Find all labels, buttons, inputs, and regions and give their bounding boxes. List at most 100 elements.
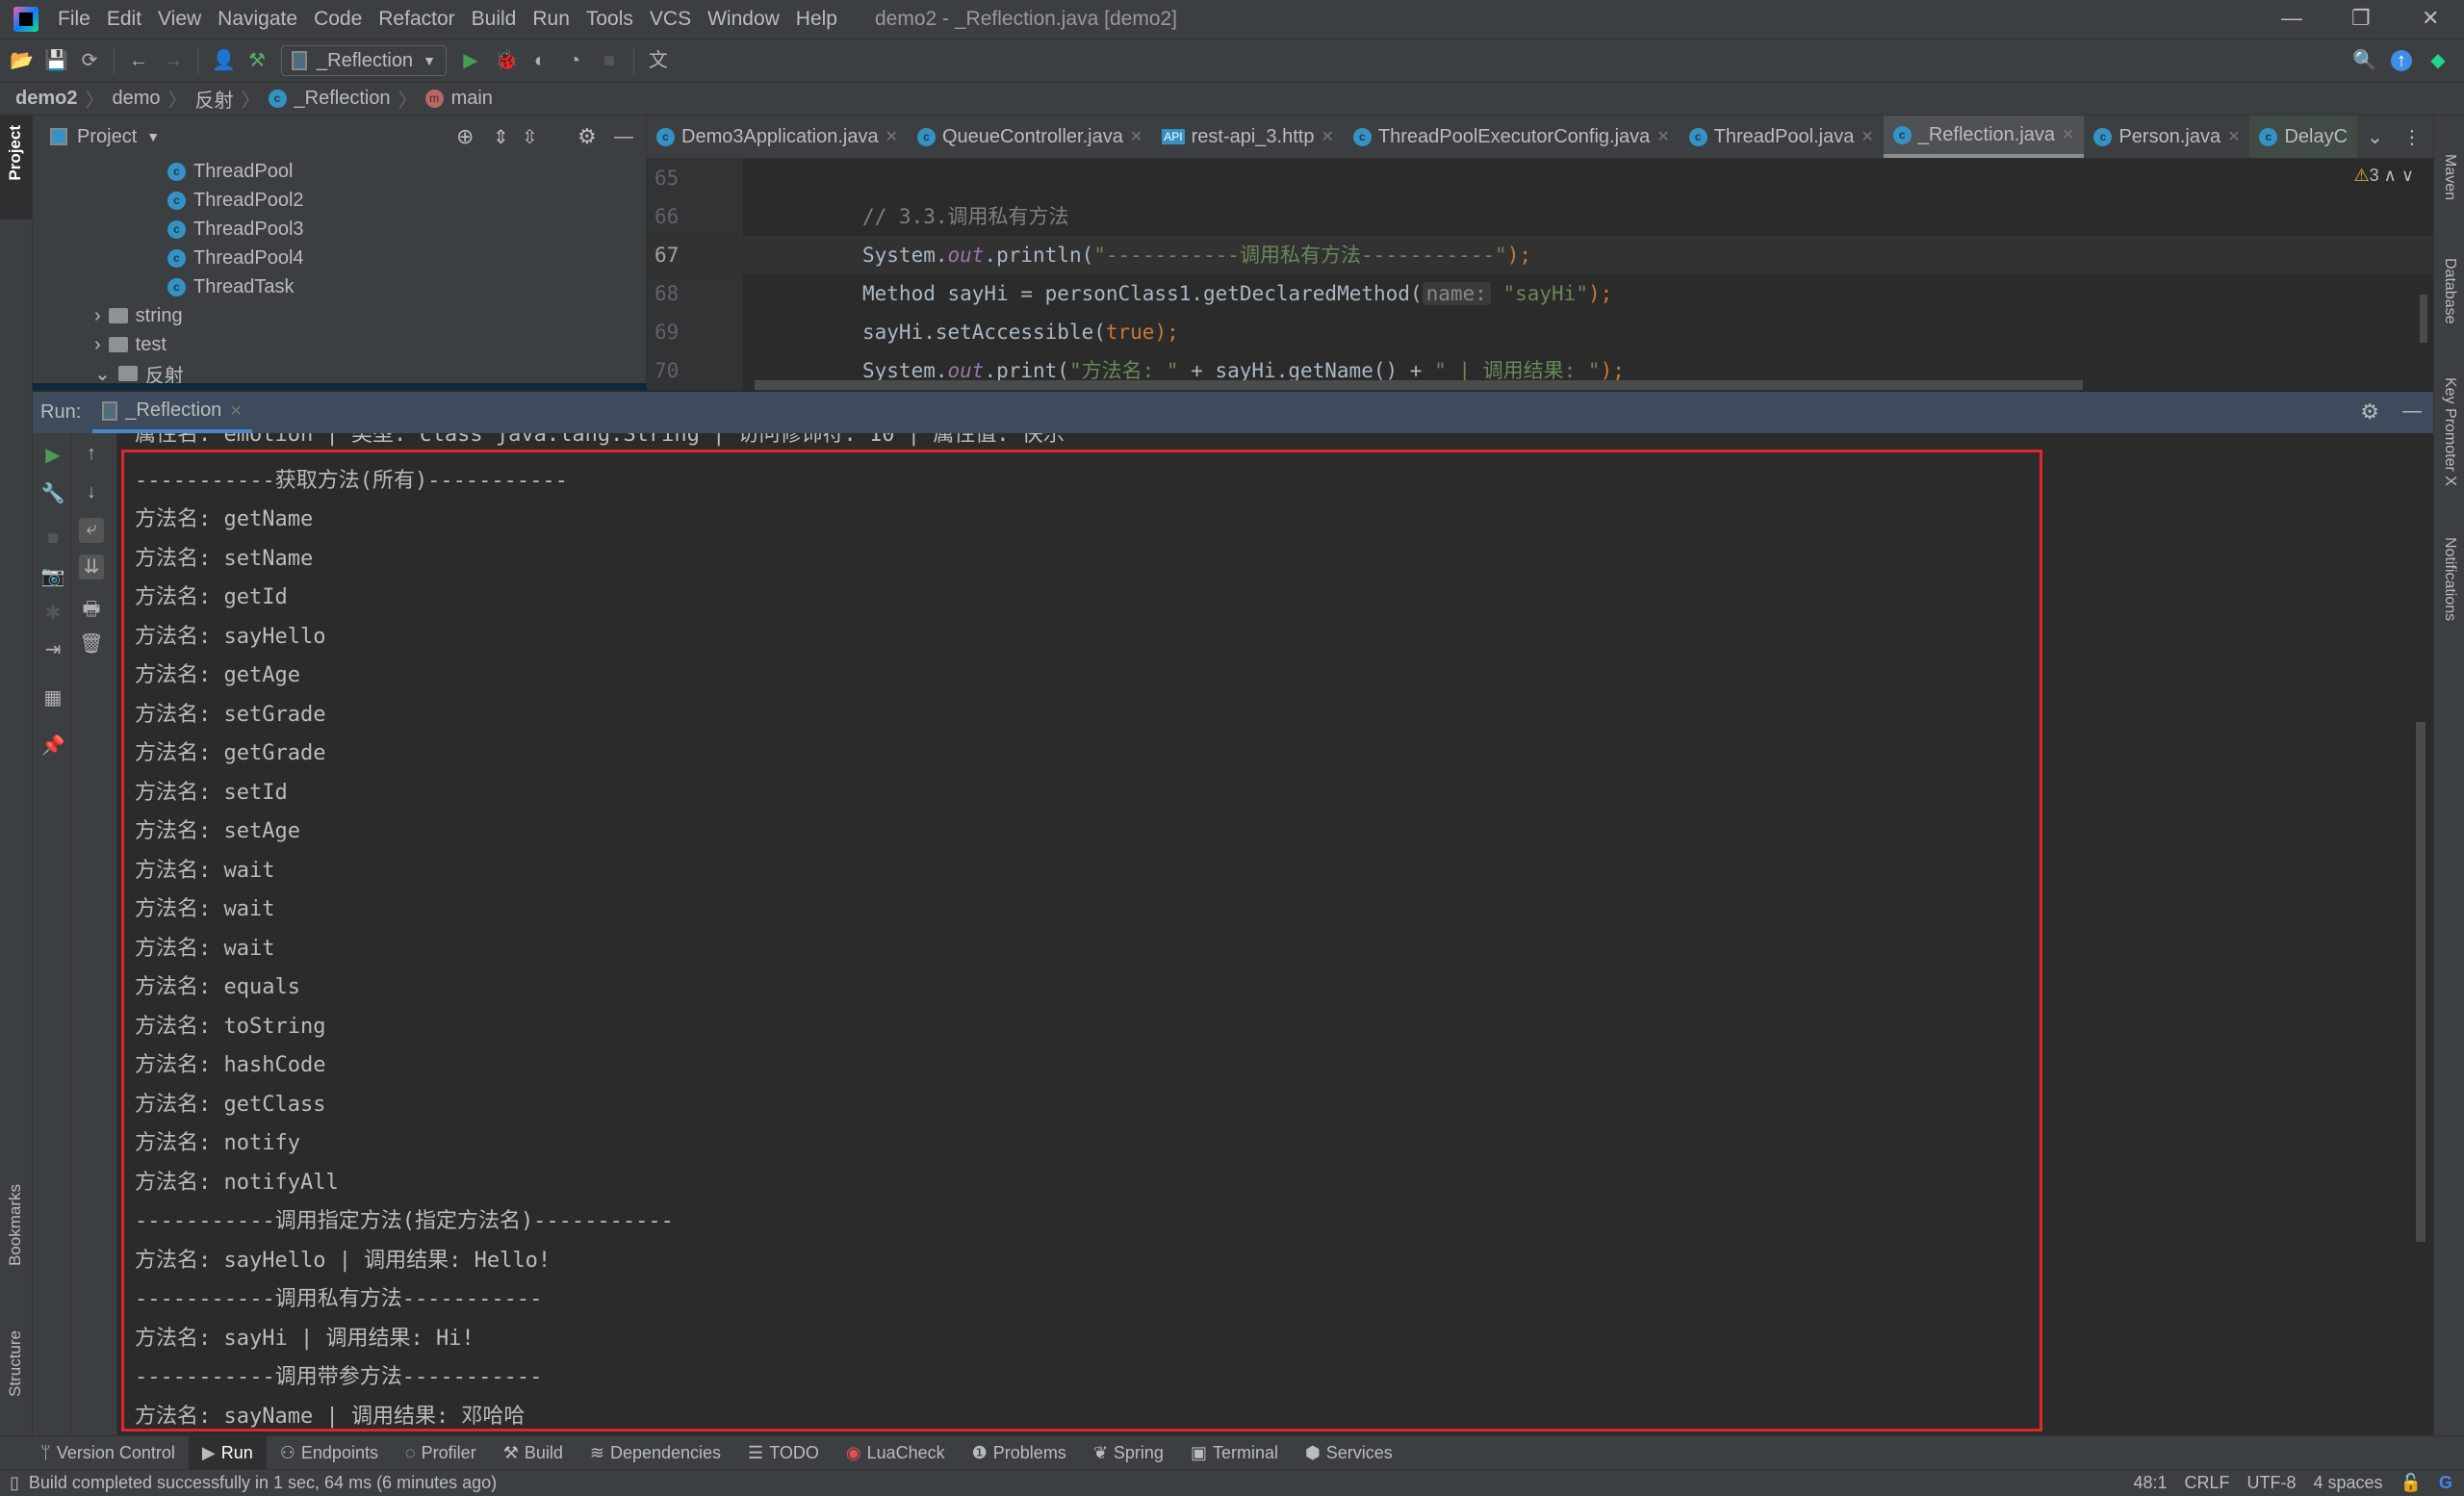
code-line[interactable]: 68 Method sayHi = personClass1.getDeclare… xyxy=(647,274,2433,313)
chevron-right-icon[interactable]: › xyxy=(94,334,101,356)
tab-rest-api[interactable]: API rest-api_3.http ✕ xyxy=(1152,116,1344,158)
menu-code[interactable]: Code xyxy=(314,8,362,31)
maven-stripe-button[interactable]: Maven xyxy=(2441,154,2458,200)
debug-icon[interactable]: 🐞 xyxy=(495,50,519,71)
chevron-down-icon[interactable]: ⌄ xyxy=(94,362,111,386)
notifications-stripe-button[interactable]: Notifications xyxy=(2441,537,2458,621)
tab-threadpoolexecutorconfig[interactable]: c ThreadPoolExecutorConfig.java ✕ xyxy=(1344,116,1680,158)
restore-icon[interactable]: ❐ xyxy=(2351,6,2371,31)
close-tab-icon[interactable]: ✕ xyxy=(2062,125,2074,144)
code-line[interactable]: 65 xyxy=(647,159,2433,197)
pin-icon[interactable]: 📌 xyxy=(40,734,65,759)
trash-icon[interactable]: 🗑 xyxy=(79,632,104,657)
wrench-icon[interactable]: 🔧 xyxy=(40,481,65,506)
bookmarks-stripe-button[interactable]: Bookmarks xyxy=(6,1184,25,1266)
layout-icon[interactable]: ▦ xyxy=(40,685,65,710)
menu-edit[interactable]: Edit xyxy=(107,8,141,31)
profile-icon[interactable]: ◔ xyxy=(564,50,585,71)
camera-icon[interactable]: 📷 xyxy=(40,564,65,589)
tab-delay[interactable]: c DelayC xyxy=(2249,116,2358,158)
menu-navigate[interactable]: Navigate xyxy=(218,8,297,31)
tree-item-test[interactable]: › test xyxy=(94,330,167,359)
close-tab-icon[interactable]: ✕ xyxy=(1130,127,1142,146)
run-tab-reflection[interactable]: _Reflection ✕ xyxy=(92,392,252,433)
locate-icon[interactable]: ⊕ xyxy=(456,124,474,149)
tool-window-run[interactable]: ▶ Run xyxy=(188,1436,267,1469)
tree-item-threadtask[interactable]: c ThreadTask xyxy=(167,272,295,301)
vertical-scrollbar[interactable] xyxy=(2420,295,2427,343)
toolbox-icon[interactable]: ◆ xyxy=(2427,50,2449,71)
tool-window-endpoints[interactable]: ⚇ Endpoints xyxy=(267,1436,392,1469)
gear-icon[interactable]: ⚙ xyxy=(578,124,597,149)
breadcrumb-method[interactable]: main xyxy=(451,88,493,110)
close-tab-icon[interactable]: ✕ xyxy=(1321,127,1333,146)
forward-icon[interactable]: → xyxy=(163,50,184,71)
chevron-down-icon[interactable]: ▼ xyxy=(146,129,160,144)
gear-icon[interactable]: ⚙ xyxy=(2360,400,2379,425)
tab-demo3application[interactable]: c Demo3Application.java ✕ xyxy=(647,116,908,158)
run-icon[interactable]: ▶ xyxy=(460,50,481,71)
code-line-current[interactable]: 67 System.out.println("-----------调用私有方法-… xyxy=(647,236,2433,274)
tree-item-threadpool2[interactable]: c ThreadPool2 xyxy=(167,186,304,215)
lock-icon[interactable]: 🔓 xyxy=(2400,1473,2422,1493)
caret-position[interactable]: 48:1 xyxy=(2133,1473,2167,1493)
menu-run[interactable]: Run xyxy=(532,8,570,31)
code-line[interactable]: 69 sayHi.setAccessible(true); xyxy=(647,313,2433,351)
run-config-select[interactable]: _Reflection ▼ xyxy=(281,45,447,76)
collapse-all-icon[interactable]: ⇳ xyxy=(522,125,538,149)
user-icon[interactable]: 👤 xyxy=(212,50,236,71)
horizontal-scrollbar[interactable] xyxy=(755,380,2083,390)
close-tab-icon[interactable]: ✕ xyxy=(1861,127,1873,146)
tree-item-string[interactable]: › string xyxy=(94,301,183,330)
soft-wrap-icon[interactable]: ⤶ xyxy=(79,518,104,543)
stop-icon[interactable]: ■ xyxy=(40,528,65,553)
menu-tools[interactable]: Tools xyxy=(586,8,633,31)
chevron-right-icon[interactable]: › xyxy=(94,305,101,327)
tree-item-threadpool[interactable]: c ThreadPool xyxy=(167,157,293,186)
menu-view[interactable]: View xyxy=(158,8,201,31)
save-icon[interactable]: 💾 xyxy=(44,50,68,71)
update-icon[interactable]: ↑ xyxy=(2391,50,2412,71)
menu-window[interactable]: Window xyxy=(707,8,780,31)
tree-item-threadpool3[interactable]: c ThreadPool3 xyxy=(167,215,304,244)
minimize-icon[interactable]: — xyxy=(2281,6,2302,31)
close-tab-icon[interactable]: ✕ xyxy=(1656,127,1669,146)
breadcrumb-package[interactable]: 反射 xyxy=(195,85,234,113)
tab-reflection[interactable]: c _Reflection.java ✕ xyxy=(1883,116,2085,158)
line-ending[interactable]: CRLF xyxy=(2185,1473,2230,1493)
menu-refactor[interactable]: Refactor xyxy=(378,8,454,31)
project-stripe-button[interactable]: Project xyxy=(0,116,33,219)
tab-person[interactable]: c Person.java ✕ xyxy=(2084,116,2249,158)
exit-icon[interactable]: ⇥ xyxy=(40,637,65,662)
stop-icon[interactable]: ■ xyxy=(599,50,620,71)
tool-window-todo[interactable]: ☰ TODO xyxy=(734,1436,833,1469)
build-hammer-icon[interactable]: ⚒ xyxy=(246,50,268,71)
arrow-down-icon[interactable]: ↓ xyxy=(79,481,104,506)
close-tab-icon[interactable]: ✕ xyxy=(229,401,242,421)
debug-icon[interactable]: ✱ xyxy=(40,601,65,626)
tool-window-version-control[interactable]: ᛘ Version Control xyxy=(27,1436,189,1469)
project-title[interactable]: Project xyxy=(77,126,137,148)
scroll-to-end-icon[interactable]: ⇊ xyxy=(79,555,104,580)
translate-icon[interactable]: 文 xyxy=(648,50,669,71)
breadcrumb-module[interactable]: demo xyxy=(112,88,160,110)
file-encoding[interactable]: UTF-8 xyxy=(2247,1473,2297,1493)
expand-all-icon[interactable]: ⇕ xyxy=(493,125,509,149)
tool-window-dependencies[interactable]: ≋ Dependencies xyxy=(577,1436,734,1469)
code-line[interactable]: 66 // 3.3.调用私有方法 xyxy=(647,197,2433,236)
menu-build[interactable]: Build xyxy=(472,8,517,31)
close-window-icon[interactable]: ✕ xyxy=(2422,6,2439,31)
database-stripe-button[interactable]: Database xyxy=(2441,258,2458,324)
breadcrumb-class[interactable]: _Reflection xyxy=(295,88,391,110)
structure-stripe-button[interactable]: Structure xyxy=(6,1330,25,1397)
menu-help[interactable]: Help xyxy=(796,8,837,31)
back-icon[interactable]: ← xyxy=(128,50,149,71)
tool-window-terminal[interactable]: ▣ Terminal xyxy=(1177,1436,1292,1469)
show-all-tabs-icon[interactable]: ⌄ xyxy=(2357,116,2393,158)
tool-window-build[interactable]: ⚒ Build xyxy=(490,1436,577,1469)
menu-vcs[interactable]: VCS xyxy=(650,8,691,31)
google-icon[interactable]: G xyxy=(2439,1473,2452,1493)
menu-file[interactable]: File xyxy=(58,8,90,31)
close-tab-icon[interactable]: ✕ xyxy=(886,127,898,146)
minimize-panel-icon[interactable]: — xyxy=(2402,400,2422,423)
